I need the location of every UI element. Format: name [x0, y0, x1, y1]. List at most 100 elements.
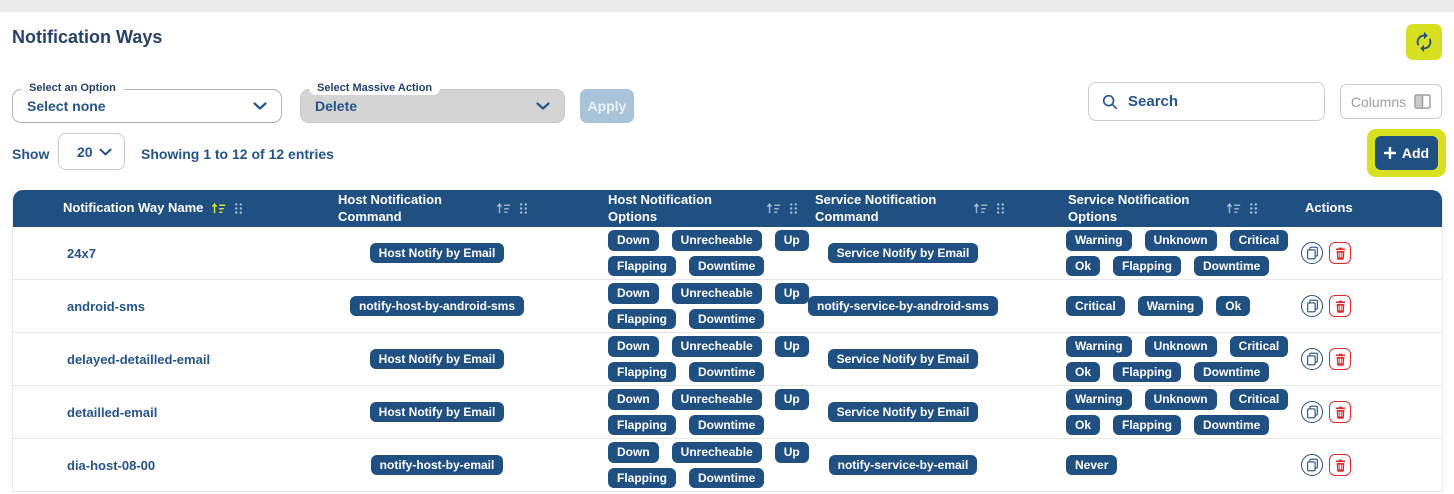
- service-command-badge: Service Notify by Email: [827, 401, 979, 423]
- option-badge: Flapping: [1113, 361, 1182, 382]
- service-options-cell: Warning Unknown Critical Ok Flapping Downtime: [1040, 333, 1289, 385]
- drag-handle-icon[interactable]: [519, 202, 528, 215]
- duplicate-button[interactable]: [1301, 295, 1323, 317]
- option-badge-line: Down Unrecheable Up: [608, 389, 810, 410]
- host-command-badge: Host Notify by Email: [369, 242, 505, 264]
- notification-way-name-link[interactable]: 24x7: [13, 227, 330, 279]
- trash-icon: [1335, 247, 1346, 260]
- option-badge: Downtime: [689, 414, 765, 435]
- host-command-cell: notify-host-by-email: [330, 439, 560, 491]
- option-badge: Flapping: [608, 361, 676, 382]
- option-badge: Downtime: [689, 361, 765, 382]
- option-badge-line: Down Unrecheable Up: [608, 283, 810, 304]
- sort-asc-icon[interactable]: [496, 202, 511, 215]
- option-badge-line: Flapping Downtime: [608, 255, 810, 276]
- delete-button[interactable]: [1329, 454, 1351, 476]
- duplicate-button[interactable]: [1301, 242, 1323, 264]
- column-header-host-notification-options[interactable]: Host Notification Options: [560, 190, 810, 227]
- option-badge: Up: [774, 336, 809, 357]
- columns-button-label: Columns: [1350, 93, 1407, 110]
- duplicate-button[interactable]: [1301, 454, 1323, 476]
- host-options-cell: Down Unrecheable Up Flapping Downtime: [560, 227, 810, 279]
- columns-button[interactable]: Columns: [1340, 84, 1442, 119]
- delete-button[interactable]: [1329, 295, 1351, 317]
- option-badge: Unrecheable: [671, 230, 762, 251]
- option-badge: Up: [774, 283, 809, 304]
- notification-way-name-link[interactable]: delayed-detailled-email: [13, 333, 330, 385]
- option-badge: Flapping: [608, 467, 676, 488]
- drag-handle-icon[interactable]: [996, 202, 1005, 215]
- option-badge: Flapping: [608, 414, 676, 435]
- column-label: Service Notification Command: [815, 192, 937, 224]
- option-badge: Unrecheable: [671, 283, 762, 304]
- drag-handle-icon[interactable]: [789, 202, 798, 215]
- duplicate-icon: [1306, 299, 1319, 313]
- duplicate-icon: [1306, 405, 1319, 419]
- apply-button[interactable]: Apply: [580, 89, 634, 123]
- host-command-cell: Host Notify by Email: [330, 227, 560, 279]
- notification-way-name-link[interactable]: dia-host-08-00: [13, 439, 330, 491]
- option-badge: Downtime: [689, 308, 765, 329]
- page-size-value: 20: [77, 143, 93, 160]
- option-badge: Down: [608, 230, 659, 251]
- option-badge: Downtime: [1194, 361, 1270, 382]
- service-command-cell: notify-service-by-email: [810, 439, 1040, 491]
- option-badge: Flapping: [1113, 255, 1182, 276]
- option-badge: Downtime: [1194, 414, 1270, 435]
- delete-button[interactable]: [1329, 348, 1351, 370]
- notification-way-name-link[interactable]: detailled-email: [13, 386, 330, 438]
- trash-icon: [1335, 353, 1346, 366]
- search-box[interactable]: [1088, 82, 1325, 121]
- duplicate-icon: [1306, 458, 1319, 472]
- massive-action-value: Delete: [315, 98, 358, 114]
- notification-way-name-link[interactable]: android-sms: [13, 280, 330, 332]
- column-header-notification-way-name[interactable]: Notification Way Name: [13, 190, 330, 227]
- table-row: android-sms notify-host-by-android-sms D…: [13, 280, 1442, 333]
- top-band: [0, 0, 1454, 12]
- host-options-cell: Down Unrecheable Up Flapping Downtime: [560, 333, 810, 385]
- option-badge-line: Down Unrecheable Up: [608, 230, 810, 251]
- service-command-cell: Service Notify by Email: [810, 227, 1040, 279]
- massive-action-select[interactable]: Select Massive Action Delete: [300, 81, 565, 123]
- delete-button[interactable]: [1329, 242, 1351, 264]
- show-label: Show: [12, 146, 50, 162]
- column-header-service-notification-command[interactable]: Service Notification Command: [810, 190, 1040, 227]
- duplicate-button[interactable]: [1301, 401, 1323, 423]
- drag-handle-icon[interactable]: [1249, 202, 1258, 215]
- column-header-service-notification-options[interactable]: Service Notification Options: [1040, 190, 1275, 227]
- host-command-badge: notify-host-by-email: [370, 454, 504, 476]
- option-badge: Flapping: [608, 255, 676, 276]
- drag-handle-icon[interactable]: [234, 202, 243, 215]
- refresh-button[interactable]: [1406, 24, 1442, 60]
- table-row: delayed-detailled-email Host Notify by E…: [13, 333, 1442, 386]
- sort-asc-icon[interactable]: [211, 202, 226, 215]
- column-header-host-notification-command[interactable]: Host Notification Command: [330, 190, 560, 227]
- option-badge: Unrecheable: [671, 336, 762, 357]
- actions-cell: [1275, 227, 1442, 279]
- sort-asc-icon[interactable]: [766, 202, 781, 215]
- service-options-cell: Warning Unknown Critical Ok Flapping Downtime: [1040, 386, 1289, 438]
- option-badge: Unrecheable: [671, 389, 762, 410]
- option-select-label: Select an Option: [21, 81, 124, 95]
- option-badge-line: Flapping Downtime: [608, 361, 810, 382]
- duplicate-button[interactable]: [1301, 348, 1323, 370]
- table-header-row: Notification Way Name Host Notification …: [13, 190, 1442, 227]
- option-badge-line: Ok Flapping Downtime: [1066, 255, 1275, 276]
- sort-asc-icon[interactable]: [1226, 202, 1241, 215]
- option-badge-line: Flapping Downtime: [608, 308, 810, 329]
- chevron-down-icon: [536, 102, 550, 110]
- columns-icon: [1414, 94, 1431, 109]
- option-select[interactable]: Select an Option Select none: [12, 81, 282, 123]
- search-input[interactable]: [1128, 93, 1314, 110]
- add-button[interactable]: Add: [1375, 136, 1438, 170]
- service-command-cell: Service Notify by Email: [810, 386, 1040, 438]
- sort-asc-icon[interactable]: [973, 202, 988, 215]
- option-badge: Down: [608, 336, 659, 357]
- delete-button[interactable]: [1329, 401, 1351, 423]
- service-command-badge: notify-service-by-android-sms: [807, 295, 999, 317]
- service-command-badge: Service Notify by Email: [827, 242, 979, 264]
- page-size-select[interactable]: 20: [58, 133, 125, 170]
- option-badge-line: Never: [1066, 454, 1275, 476]
- option-badge-line: Down Unrecheable Up: [608, 442, 810, 463]
- service-command-cell: notify-service-by-android-sms: [807, 280, 1040, 332]
